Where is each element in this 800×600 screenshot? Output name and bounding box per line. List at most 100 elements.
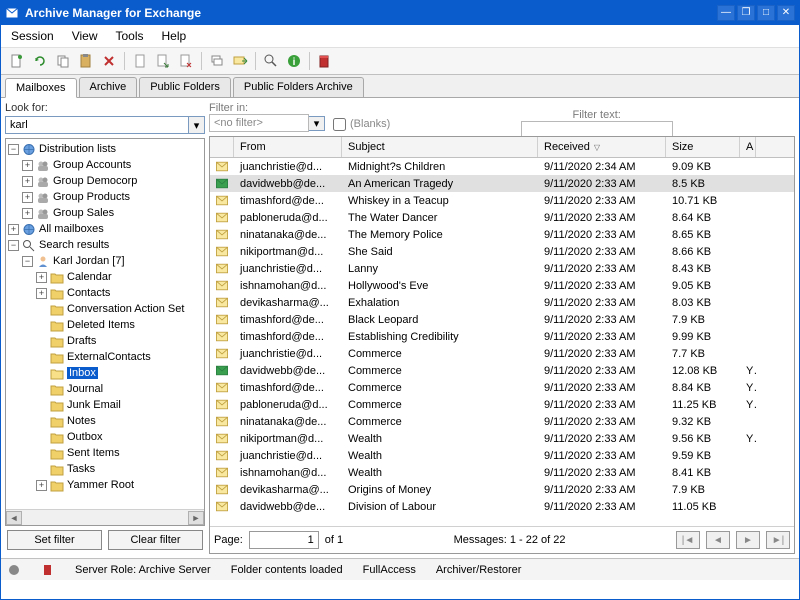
page-last-button[interactable]: ►| — [766, 531, 790, 549]
tree-twister[interactable] — [36, 368, 47, 379]
tree-node[interactable]: Outbox — [8, 429, 202, 445]
tab-public-folders-archive[interactable]: Public Folders Archive — [233, 77, 364, 97]
set-filter-button[interactable]: Set filter — [7, 530, 102, 550]
page-prev-button[interactable]: ◄ — [706, 531, 730, 549]
grid-body[interactable]: juanchristie@d... Midnight?s Children 9/… — [210, 158, 794, 526]
grid-row[interactable]: devikasharma@... Origins of Money 9/11/2… — [210, 481, 794, 498]
scroll-left-button[interactable]: ◄ — [6, 511, 22, 525]
grid-row[interactable]: juanchristie@d... Midnight?s Children 9/… — [210, 158, 794, 175]
tree-node[interactable]: ExternalContacts — [8, 349, 202, 365]
grid-row[interactable]: ninatanaka@de... Commerce 9/11/2020 2:33… — [210, 413, 794, 430]
menu-view[interactable]: View — [72, 29, 98, 43]
tool-copy-icon[interactable] — [53, 51, 73, 71]
tree-node[interactable]: Conversation Action Set — [8, 301, 202, 317]
tree-node[interactable]: Inbox — [8, 365, 202, 381]
page-next-button[interactable]: ► — [736, 531, 760, 549]
grid-row[interactable]: timashford@de... Black Leopard 9/11/2020… — [210, 311, 794, 328]
tab-mailboxes[interactable]: Mailboxes — [5, 78, 77, 98]
tree-node[interactable]: + Yammer Root — [8, 477, 202, 493]
tree-node[interactable]: Deleted Items — [8, 317, 202, 333]
tree-twister[interactable] — [36, 304, 47, 315]
tree-twister[interactable]: + — [36, 272, 47, 283]
tree-node[interactable]: + Contacts — [8, 285, 202, 301]
tool-stack-icon[interactable] — [207, 51, 227, 71]
grid-row[interactable]: pabloneruda@d... The Water Dancer 9/11/2… — [210, 209, 794, 226]
grid-row[interactable]: davidwebb@de... An American Tragedy 9/11… — [210, 175, 794, 192]
grid-row[interactable]: timashford@de... Establishing Credibilit… — [210, 328, 794, 345]
tree-twister[interactable] — [36, 320, 47, 331]
tree-node[interactable]: Sent Items — [8, 445, 202, 461]
clear-filter-button[interactable]: Clear filter — [108, 530, 203, 550]
grid-row[interactable]: pabloneruda@d... Commerce 9/11/2020 2:33… — [210, 396, 794, 413]
menu-session[interactable]: Session — [11, 29, 54, 43]
maximize-button[interactable]: □ — [757, 5, 775, 21]
tree-twister[interactable] — [36, 384, 47, 395]
filterin-input[interactable] — [209, 114, 309, 132]
close-button[interactable]: ✕ — [777, 5, 795, 21]
grid-row[interactable]: ishnamohan@d... Hollywood's Eve 9/11/202… — [210, 277, 794, 294]
tree-twister[interactable]: − — [22, 256, 33, 267]
grid-row[interactable]: juanchristie@d... Wealth 9/11/2020 2:33 … — [210, 447, 794, 464]
page-first-button[interactable]: |◄ — [676, 531, 700, 549]
tree-twister[interactable] — [36, 448, 47, 459]
tree-twister[interactable]: + — [22, 160, 33, 171]
grid-row[interactable]: devikasharma@... Exhalation 9/11/2020 2:… — [210, 294, 794, 311]
tree-view[interactable]: − Distribution lists + Group Accounts + … — [5, 138, 205, 526]
tool-paste-icon[interactable] — [76, 51, 96, 71]
tool-pagearrow-icon[interactable] — [153, 51, 173, 71]
lookfor-dropdown[interactable]: ▾ — [189, 116, 205, 134]
tool-delete-icon[interactable] — [99, 51, 119, 71]
tree-twister[interactable]: + — [22, 176, 33, 187]
tool-refresh-icon[interactable] — [30, 51, 50, 71]
col-received[interactable]: Received▽ — [538, 137, 666, 157]
filterin-dropdown[interactable]: ▾ — [309, 116, 325, 131]
tree-twister[interactable] — [36, 416, 47, 427]
grid-row[interactable]: ishnamohan@d... Wealth 9/11/2020 2:33 AM… — [210, 464, 794, 481]
tree-twister[interactable]: − — [8, 144, 19, 155]
tree-node[interactable]: − Search results — [8, 237, 202, 253]
tree-node[interactable]: Drafts — [8, 333, 202, 349]
tree-twister[interactable]: + — [8, 224, 19, 235]
tree-node[interactable]: − Distribution lists — [8, 141, 202, 157]
grid-row[interactable]: juanchristie@d... Lanny 9/11/2020 2:33 A… — [210, 260, 794, 277]
grid-row[interactable]: juanchristie@d... Commerce 9/11/2020 2:3… — [210, 345, 794, 362]
col-icon[interactable] — [210, 137, 234, 157]
tree-node[interactable]: + Group Sales — [8, 205, 202, 221]
col-from[interactable]: From — [234, 137, 342, 157]
tree-twister[interactable] — [36, 352, 47, 363]
tree-node[interactable]: Notes — [8, 413, 202, 429]
tree-node[interactable]: + All mailboxes — [8, 221, 202, 237]
grid-row[interactable]: nikiportman@d... Wealth 9/11/2020 2:33 A… — [210, 430, 794, 447]
col-a[interactable]: A — [740, 137, 756, 157]
tree-node[interactable]: Junk Email — [8, 397, 202, 413]
grid-row[interactable]: ninatanaka@de... The Memory Police 9/11/… — [210, 226, 794, 243]
tree-node[interactable]: − Karl Jordan [7] — [8, 253, 202, 269]
grid-row[interactable]: davidwebb@de... Division of Labour 9/11/… — [210, 498, 794, 515]
col-size[interactable]: Size — [666, 137, 740, 157]
grid-row[interactable]: nikiportman@d... She Said 9/11/2020 2:33… — [210, 243, 794, 260]
tree-node[interactable]: + Group Democorp — [8, 173, 202, 189]
tool-info-icon[interactable]: i — [284, 51, 304, 71]
tool-page-icon[interactable] — [130, 51, 150, 71]
tool-archive-icon[interactable] — [315, 51, 335, 71]
lookfor-input[interactable] — [5, 116, 189, 134]
col-subject[interactable]: Subject — [342, 137, 538, 157]
tree-node[interactable]: Journal — [8, 381, 202, 397]
scroll-right-button[interactable]: ► — [188, 511, 204, 525]
grid-row[interactable]: timashford@de... Commerce 9/11/2020 2:33… — [210, 379, 794, 396]
tree-twister[interactable]: + — [36, 288, 47, 299]
menu-help[interactable]: Help — [162, 29, 187, 43]
tree-node[interactable]: + Group Products — [8, 189, 202, 205]
tab-archive[interactable]: Archive — [79, 77, 138, 97]
grid-row[interactable]: davidwebb@de... Commerce 9/11/2020 2:33 … — [210, 362, 794, 379]
minimize-button[interactable]: — — [717, 5, 735, 21]
tree-twister[interactable]: + — [22, 192, 33, 203]
page-input[interactable] — [249, 531, 319, 549]
tree-twister[interactable]: + — [36, 480, 47, 491]
grid-row[interactable]: timashford@de... Whiskey in a Teacup 9/1… — [210, 192, 794, 209]
tree-twister[interactable] — [36, 432, 47, 443]
tree-node[interactable]: + Group Accounts — [8, 157, 202, 173]
tree-twister[interactable] — [36, 400, 47, 411]
tree-twister[interactable] — [36, 464, 47, 475]
tree-node[interactable]: Tasks — [8, 461, 202, 477]
